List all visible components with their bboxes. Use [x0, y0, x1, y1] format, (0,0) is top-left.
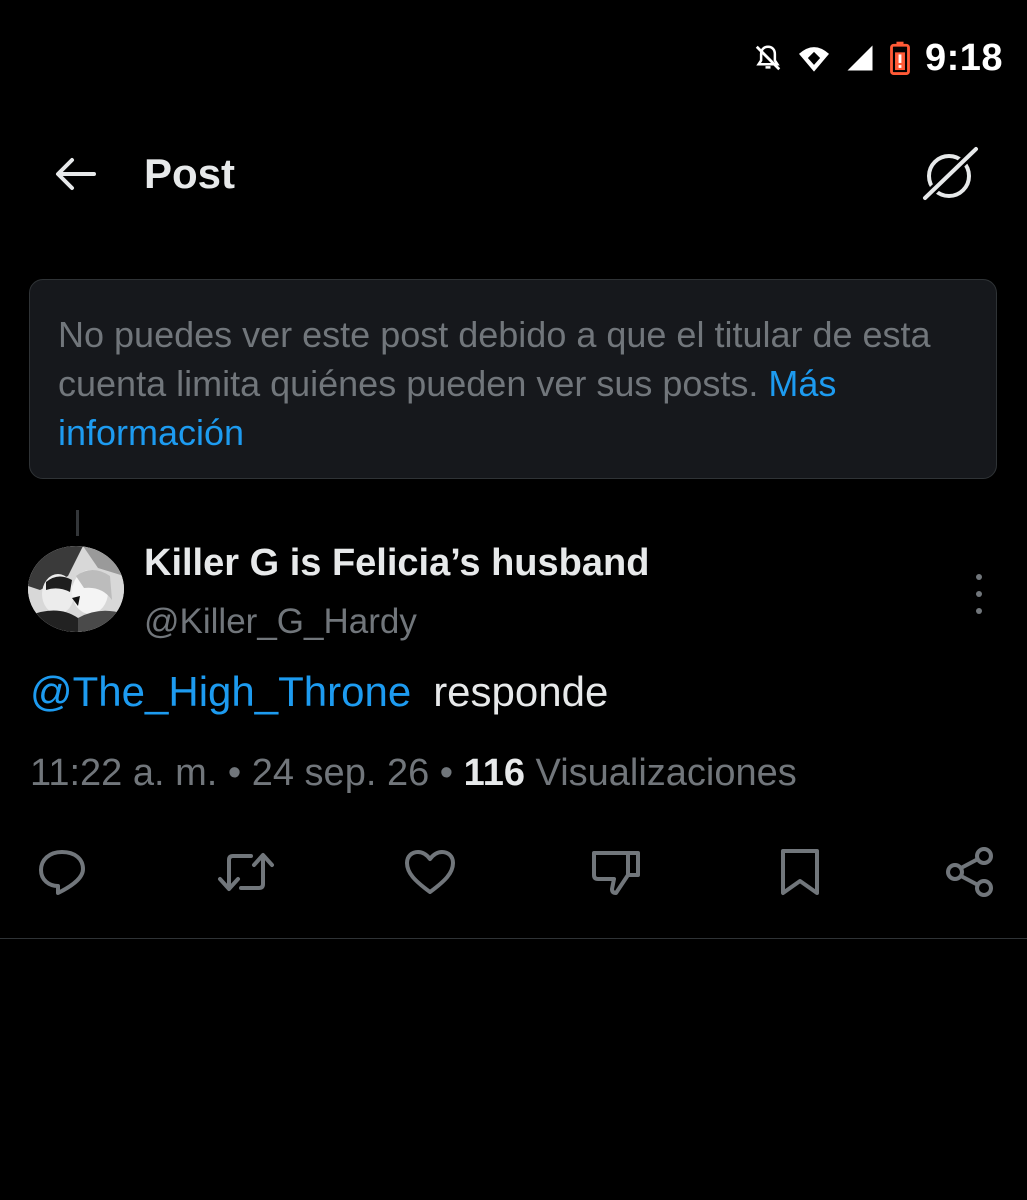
grok-button[interactable] — [919, 144, 983, 208]
post-time: 11:22 a. m. — [30, 752, 218, 794]
grok-icon — [920, 144, 982, 208]
more-dot-icon — [976, 608, 982, 614]
status-time: 9:18 — [924, 36, 1003, 79]
arrow-left-icon — [54, 157, 96, 196]
reply-button[interactable] — [30, 842, 94, 906]
signal-icon — [845, 43, 875, 73]
meta-separator: • — [227, 752, 242, 794]
meta-separator: • — [439, 752, 454, 794]
back-button[interactable] — [50, 152, 100, 200]
mention-link[interactable]: @The_High_Throne — [30, 668, 411, 715]
views-count[interactable]: 116 — [464, 752, 525, 794]
page-title: Post — [144, 150, 236, 197]
like-icon — [403, 848, 457, 901]
post-date: 24 sep. 26 — [251, 752, 430, 794]
dislike-icon — [590, 847, 642, 902]
bookmark-icon — [777, 847, 823, 902]
dislike-button[interactable] — [584, 842, 648, 906]
status-bar: 9:18 — [753, 30, 1003, 86]
divider — [0, 938, 1027, 939]
action-bar — [0, 842, 1027, 906]
battery-low-icon — [889, 41, 911, 75]
bookmark-button[interactable] — [768, 842, 832, 906]
author-handle: @Killer_G_Hardy — [144, 602, 417, 641]
wifi-icon — [797, 43, 831, 73]
views-label: Visualizaciones — [535, 752, 797, 794]
more-dot-icon — [976, 574, 982, 580]
like-button[interactable] — [398, 842, 462, 906]
avatar[interactable] — [28, 546, 124, 632]
repost-button[interactable] — [214, 842, 278, 906]
more-options-button[interactable] — [967, 574, 991, 614]
share-button[interactable] — [938, 842, 1002, 906]
post-meta: 11:22 a. m. • 24 sep. 26 • 116 Visualiza… — [30, 752, 797, 795]
restricted-notice: No puedes ver este post debido a que el … — [29, 279, 997, 479]
bell-muted-icon — [753, 43, 783, 73]
reply-icon — [36, 848, 88, 901]
repost-icon — [217, 848, 275, 901]
header: Post — [0, 140, 1027, 212]
share-icon — [944, 846, 996, 903]
post-body-text: responde — [433, 668, 609, 715]
more-dot-icon — [976, 591, 982, 597]
thread-line — [76, 510, 79, 536]
author-name[interactable]: Killer G is Felicia’s husband — [144, 542, 649, 585]
post-text: @The_High_Throne responde — [30, 668, 608, 716]
